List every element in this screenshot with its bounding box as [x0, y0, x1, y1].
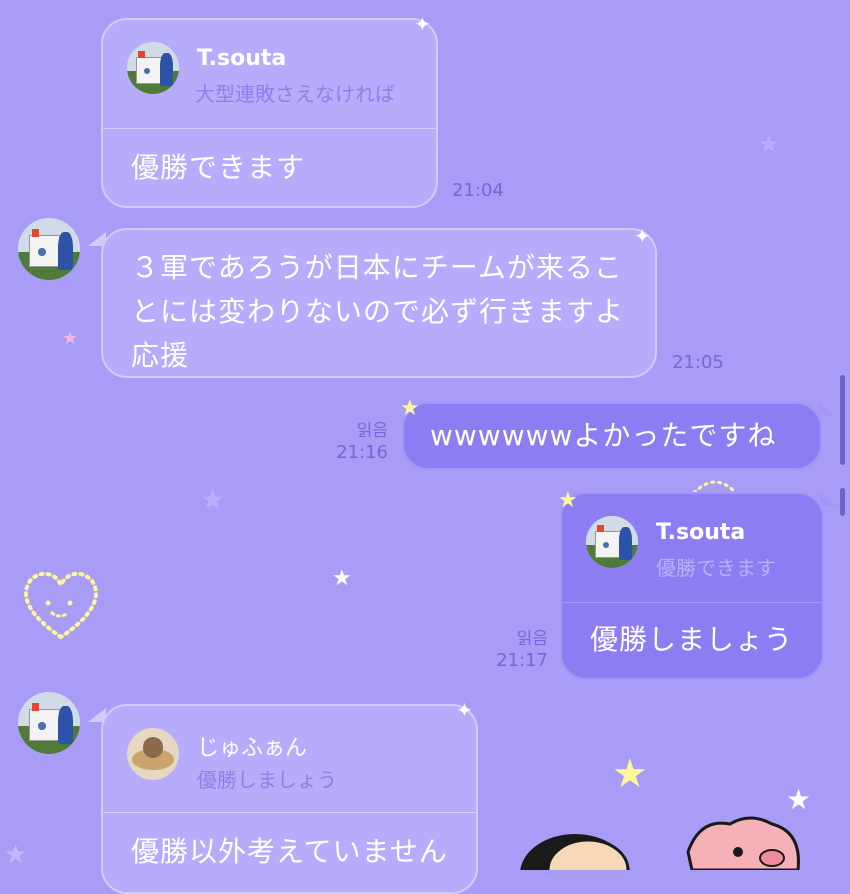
message-bubble-incoming[interactable]: じゅふぁん 優勝しましょう 優勝以外考えていません: [101, 704, 478, 894]
quote-divider: [562, 602, 822, 603]
bubble-tail: [818, 402, 836, 416]
scrollbar-thumb-lower[interactable]: [840, 488, 845, 516]
message-timestamp: 21:16: [336, 442, 388, 463]
quoted-user-avatar: [127, 728, 179, 780]
read-status: 읽음: [356, 421, 388, 441]
sparkle-icon: ✦: [414, 12, 431, 36]
sparkle-icon: ★: [558, 488, 578, 513]
quoted-user-avatar: [127, 42, 179, 94]
message-timestamp: 21:05: [672, 352, 724, 373]
quoted-message-text: 優勝できます: [656, 556, 776, 580]
heart-sticker-icon: [24, 571, 98, 640]
read-receipt: 읽음 21:16: [330, 420, 388, 464]
star-decoration-icon: ★: [612, 751, 648, 797]
bubble-tail: [820, 492, 838, 506]
message-text: ３軍であろうが日本にチームが来ることには変わりないので必ず行きますよ応援: [131, 251, 625, 372]
sender-avatar[interactable]: [18, 218, 80, 280]
message-timestamp: 21:17: [496, 650, 548, 671]
scrollbar[interactable]: [840, 375, 845, 465]
star-decoration-icon: ★: [332, 566, 352, 591]
read-receipt: 읽음 21:17: [490, 628, 548, 672]
read-status: 읽음: [516, 629, 548, 649]
star-decoration-icon: ★: [200, 483, 226, 516]
message-bubble-incoming[interactable]: T.souta 大型連敗さえなければ 優勝できます: [101, 18, 438, 208]
star-decoration-icon: ★: [4, 840, 28, 870]
message-bubble-outgoing[interactable]: T.souta 優勝できます 優勝しましょう: [560, 492, 824, 680]
quoted-user-name: T.souta: [197, 46, 287, 71]
character-sticker: [520, 816, 800, 870]
quote-divider: [103, 812, 476, 813]
message-text: 優勝できます: [131, 151, 306, 184]
quoted-user-name: じゅふぁん: [197, 736, 308, 761]
message-timestamp: 21:04: [452, 180, 504, 201]
sparkle-icon: ✦: [634, 224, 651, 248]
message-text: 優勝しましょう: [590, 623, 794, 656]
quoted-message-text: 大型連敗さえなければ: [195, 82, 395, 106]
quoted-user-name: T.souta: [656, 520, 746, 545]
quote-divider: [103, 128, 436, 129]
message-bubble-incoming[interactable]: ３軍であろうが日本にチームが来ることには変わりないので必ず行きますよ応援: [101, 228, 657, 378]
quoted-user-avatar: [586, 516, 638, 568]
message-text: wwwwwwよかったですね: [430, 419, 777, 452]
message-bubble-outgoing[interactable]: wwwwwwよかったですね: [402, 402, 822, 470]
star-decoration-icon: ★: [62, 328, 79, 349]
star-decoration-icon: ★: [758, 130, 780, 158]
sparkle-icon: ★: [400, 396, 420, 421]
quoted-message-text: 優勝しましょう: [197, 768, 337, 792]
star-decoration-icon: ★: [786, 783, 812, 816]
sender-avatar[interactable]: [18, 692, 80, 754]
sparkle-icon: ✦: [456, 698, 473, 722]
message-text: 優勝以外考えていません: [131, 835, 448, 868]
